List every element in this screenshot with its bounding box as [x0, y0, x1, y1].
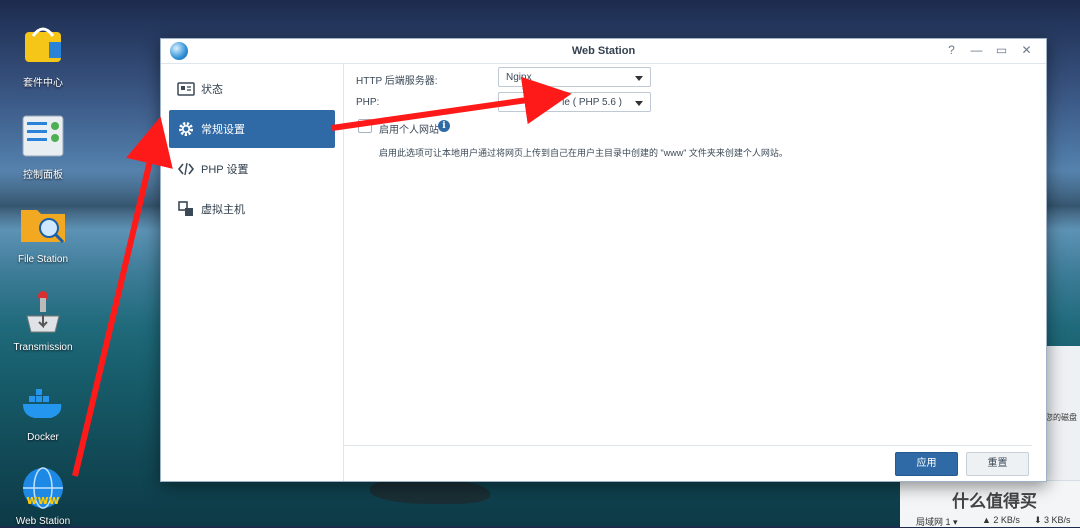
- arrow-to-general-settings: [72, 116, 173, 477]
- arrow-to-php-select: [331, 76, 572, 131]
- annotation-arrows: [72, 76, 572, 477]
